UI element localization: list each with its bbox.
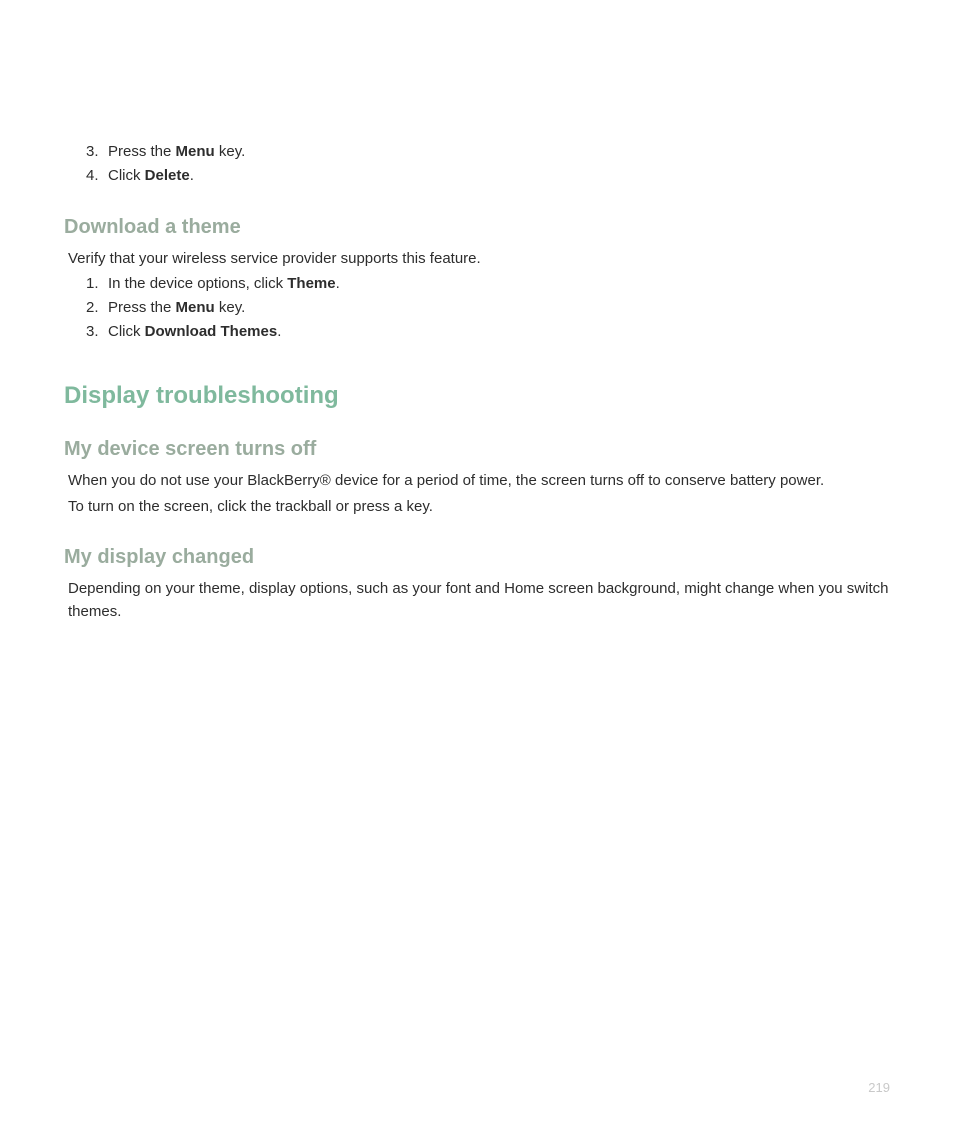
list-item: Click Download Themes. <box>108 320 890 344</box>
step-text: Click <box>108 167 145 184</box>
section-heading-screen-turns-off: My device screen turns off <box>64 438 890 461</box>
download-theme-steps: In the device options, click Theme. Pres… <box>64 272 890 344</box>
list-item: Click Delete. <box>108 164 890 188</box>
list-item: Press the Menu key. <box>108 296 890 320</box>
list-item: In the device options, click Theme. <box>108 272 890 296</box>
paragraph: Depending on your theme, display options… <box>68 577 890 624</box>
step-bold: Menu <box>176 143 215 160</box>
section-heading-display-changed: My display changed <box>64 546 890 569</box>
step-text: Press the <box>108 143 176 160</box>
step-text: key. <box>215 143 246 160</box>
document-page: Press the Menu key. Click Delete. Downlo… <box>0 0 954 623</box>
page-number: 219 <box>868 1080 890 1095</box>
step-bold: Theme <box>287 275 335 292</box>
step-bold: Menu <box>176 299 215 316</box>
paragraph: To turn on the screen, click the trackba… <box>68 495 890 518</box>
paragraph: When you do not use your BlackBerry® dev… <box>68 469 890 492</box>
step-text: . <box>336 275 340 292</box>
major-heading-display-troubleshooting: Display troubleshooting <box>64 382 890 410</box>
step-text: In the device options, click <box>108 275 287 292</box>
step-text: Click <box>108 323 145 340</box>
step-text: key. <box>215 299 246 316</box>
step-text: . <box>277 323 281 340</box>
step-text: Press the <box>108 299 176 316</box>
section-heading-download-theme: Download a theme <box>64 216 890 239</box>
list-item: Press the Menu key. <box>108 140 890 164</box>
step-bold: Delete <box>145 167 190 184</box>
step-bold: Download Themes <box>145 323 278 340</box>
step-text: . <box>190 167 194 184</box>
continued-steps-list: Press the Menu key. Click Delete. <box>64 140 890 188</box>
intro-paragraph: Verify that your wireless service provid… <box>68 247 890 270</box>
